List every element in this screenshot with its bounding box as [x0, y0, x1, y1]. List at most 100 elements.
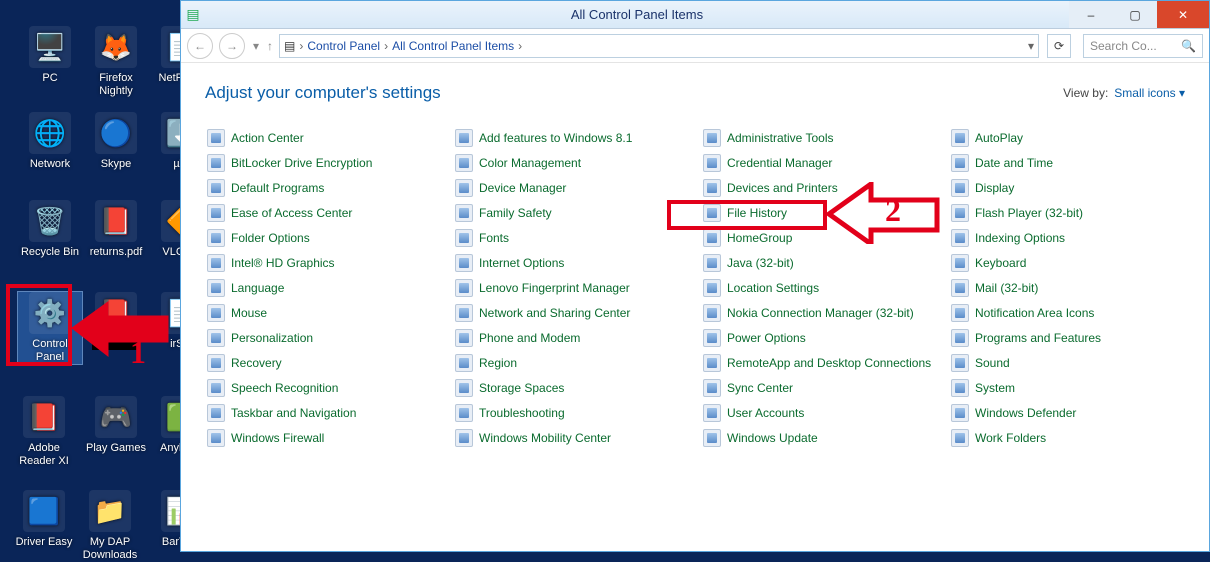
cp-item[interactable]: Programs and Features: [949, 325, 1185, 350]
cp-item[interactable]: Devices and Printers: [701, 175, 937, 200]
cp-item[interactable]: Windows Defender: [949, 400, 1185, 425]
desktop-icon[interactable]: 🗑️Recycle Bin: [18, 200, 82, 259]
desktop-icon[interactable]: 📕Adobe Reader XI: [12, 396, 76, 468]
cp-item-icon: [455, 404, 473, 422]
cp-item[interactable]: Mail (32-bit): [949, 275, 1185, 300]
cp-item-icon: [455, 329, 473, 347]
back-button[interactable]: ←: [187, 33, 213, 59]
up-button[interactable]: ↑: [267, 39, 273, 53]
cp-item[interactable]: Keyboard: [949, 250, 1185, 275]
desktop-icon-glyph: 📁: [89, 490, 131, 532]
cp-item[interactable]: Region: [453, 350, 689, 375]
cp-item[interactable]: Windows Update: [701, 425, 937, 450]
cp-item[interactable]: File History: [701, 200, 937, 225]
cp-item[interactable]: Credential Manager: [701, 150, 937, 175]
cp-item[interactable]: HomeGroup: [701, 225, 937, 250]
refresh-button[interactable]: ⟳: [1047, 34, 1071, 58]
cp-item[interactable]: Lenovo Fingerprint Manager: [453, 275, 689, 300]
desktop-icon[interactable]: 🎮Play Games: [84, 396, 148, 455]
cp-item[interactable]: Power Options: [701, 325, 937, 350]
cp-item[interactable]: Date and Time: [949, 150, 1185, 175]
desktop-icon-label: returns.pdf: [84, 246, 148, 259]
cp-item[interactable]: User Accounts: [701, 400, 937, 425]
cp-item[interactable]: Mouse: [205, 300, 441, 325]
desktop-icon-glyph: 🦊: [95, 26, 137, 68]
desktop-icon[interactable]: 🦊 Firefox Nightly: [84, 26, 148, 98]
cp-item-icon: [951, 329, 969, 347]
cp-item[interactable]: Action Center: [205, 125, 441, 150]
cp-item[interactable]: Internet Options: [453, 250, 689, 275]
cp-item-label: Family Safety: [479, 206, 552, 220]
cp-item[interactable]: Family Safety: [453, 200, 689, 225]
close-button[interactable]: ✕: [1157, 1, 1209, 28]
cp-item[interactable]: Language: [205, 275, 441, 300]
cp-item[interactable]: Nokia Connection Manager (32-bit): [701, 300, 937, 325]
cp-item[interactable]: Taskbar and Navigation: [205, 400, 441, 425]
desktop-icon[interactable]: 📕: [84, 292, 148, 354]
cp-item[interactable]: Work Folders: [949, 425, 1185, 450]
breadcrumb-root[interactable]: Control Panel: [307, 39, 380, 53]
cp-item[interactable]: Windows Firewall: [205, 425, 441, 450]
cp-item[interactable]: Flash Player (32-bit): [949, 200, 1185, 225]
cp-item[interactable]: Windows Mobility Center: [453, 425, 689, 450]
cp-item-label: Phone and Modem: [479, 331, 580, 345]
cp-item[interactable]: Speech Recognition: [205, 375, 441, 400]
cp-item[interactable]: Notification Area Icons: [949, 300, 1185, 325]
cp-item[interactable]: Sound: [949, 350, 1185, 375]
desktop-icon[interactable]: 📁My DAP Downloads: [78, 490, 142, 562]
cp-item[interactable]: Sync Center: [701, 375, 937, 400]
cp-item-label: Action Center: [231, 131, 304, 145]
view-by[interactable]: View by: Small icons ▾: [1063, 86, 1185, 100]
forward-button[interactable]: →: [219, 33, 245, 59]
cp-item[interactable]: Display: [949, 175, 1185, 200]
desktop-icon[interactable]: 📕returns.pdf: [84, 200, 148, 259]
minimize-button[interactable]: –: [1069, 1, 1113, 28]
cp-item[interactable]: Location Settings: [701, 275, 937, 300]
cp-item[interactable]: Fonts: [453, 225, 689, 250]
cp-item[interactable]: Color Management: [453, 150, 689, 175]
window-sysicon: ▤: [181, 6, 205, 23]
cp-item[interactable]: Phone and Modem: [453, 325, 689, 350]
cp-item-label: Windows Mobility Center: [479, 431, 611, 445]
cp-item[interactable]: Device Manager: [453, 175, 689, 200]
cp-item[interactable]: Administrative Tools: [701, 125, 937, 150]
maximize-button[interactable]: ▢: [1113, 1, 1157, 28]
desktop-icon[interactable]: 🔵Skype: [84, 112, 148, 171]
cp-item-icon: [455, 254, 473, 272]
cp-item[interactable]: BitLocker Drive Encryption: [205, 150, 441, 175]
cp-item[interactable]: Network and Sharing Center: [453, 300, 689, 325]
cp-item-icon: [703, 279, 721, 297]
cp-item[interactable]: Default Programs: [205, 175, 441, 200]
recent-locations-chevron[interactable]: ▾: [253, 39, 259, 53]
address-bar[interactable]: ▤ › Control Panel › All Control Panel It…: [279, 34, 1039, 58]
search-input[interactable]: Search Co... 🔍: [1083, 34, 1203, 58]
desktop-icon-label: Firefox Nightly: [84, 72, 148, 98]
desktop-icon[interactable]: 🟦Driver Easy: [12, 490, 76, 549]
cp-item[interactable]: Folder Options: [205, 225, 441, 250]
cp-item[interactable]: RemoteApp and Desktop Connections: [701, 350, 937, 375]
cp-item[interactable]: System: [949, 375, 1185, 400]
cp-item[interactable]: Ease of Access Center: [205, 200, 441, 225]
desktop-icon-label: Control Panel: [18, 338, 82, 364]
cp-item-label: Java (32-bit): [727, 256, 794, 270]
cp-item-label: Mouse: [231, 306, 267, 320]
desktop-icon[interactable]: 🌐Network: [18, 112, 82, 171]
cp-item[interactable]: AutoPlay: [949, 125, 1185, 150]
desktop-icon[interactable]: ⚙️Control Panel: [18, 292, 82, 364]
cp-item[interactable]: Intel® HD Graphics: [205, 250, 441, 275]
breadcrumb-leaf[interactable]: All Control Panel Items: [392, 39, 514, 53]
desktop-icon[interactable]: 🖥️PC: [18, 26, 82, 85]
cp-item-label: Windows Defender: [975, 406, 1076, 420]
cp-item[interactable]: Personalization: [205, 325, 441, 350]
desktop-icon-glyph: 🌐: [29, 112, 71, 154]
address-history-chevron[interactable]: ▾: [1028, 39, 1034, 53]
cp-item[interactable]: Add features to Windows 8.1: [453, 125, 689, 150]
cp-item-icon: [455, 354, 473, 372]
titlebar[interactable]: ▤ All Control Panel Items – ▢ ✕: [181, 1, 1209, 29]
cp-item[interactable]: Storage Spaces: [453, 375, 689, 400]
cp-item[interactable]: Java (32-bit): [701, 250, 937, 275]
cp-item[interactable]: Recovery: [205, 350, 441, 375]
cp-item-label: Add features to Windows 8.1: [479, 131, 632, 145]
cp-item[interactable]: Indexing Options: [949, 225, 1185, 250]
cp-item[interactable]: Troubleshooting: [453, 400, 689, 425]
